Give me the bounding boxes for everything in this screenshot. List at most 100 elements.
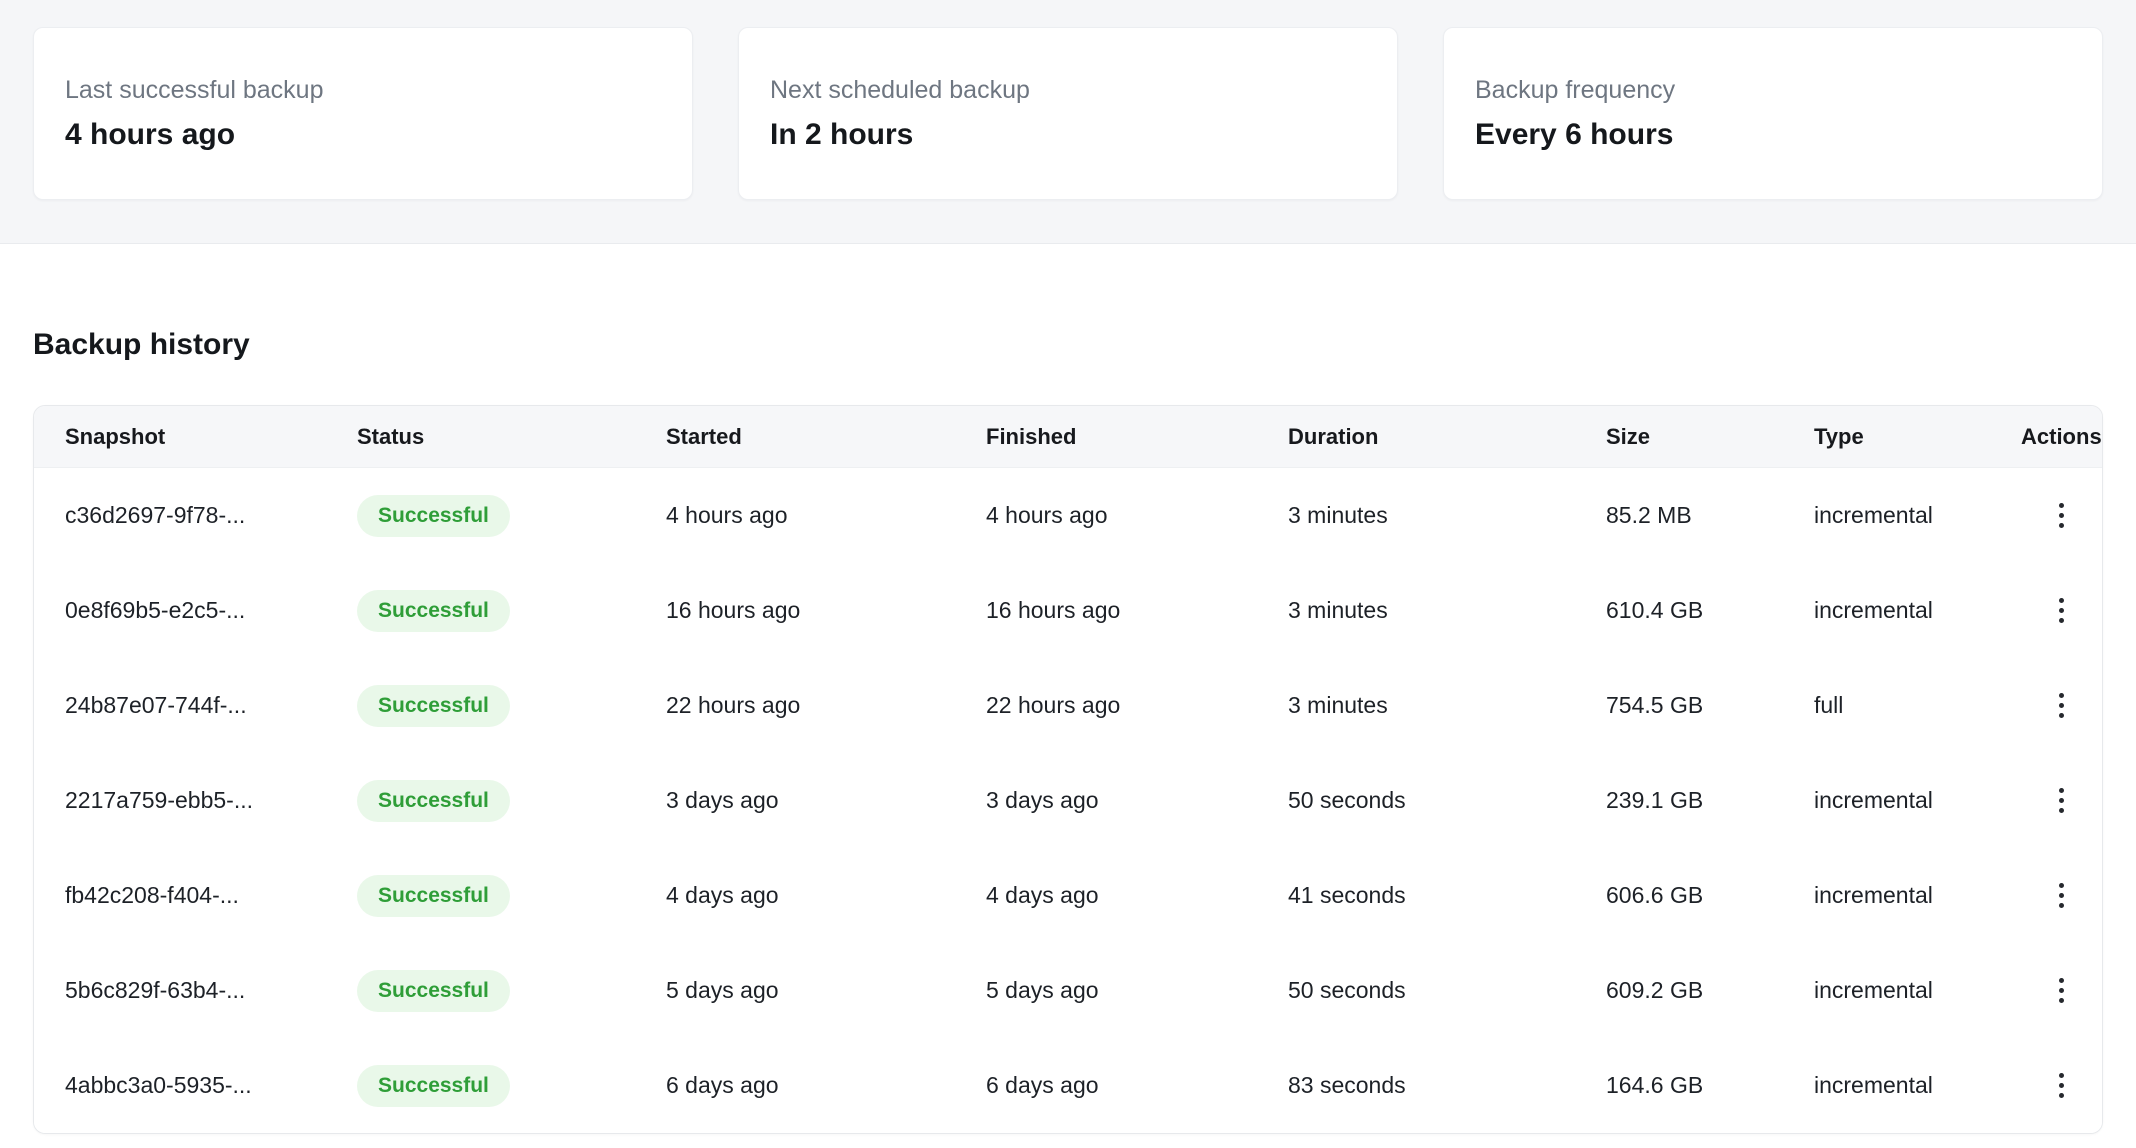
size-cell: 164.6 GB xyxy=(1606,1072,1814,1099)
card-value: Every 6 hours xyxy=(1475,117,2102,153)
status-badge: Successful xyxy=(357,780,510,822)
actions-cell xyxy=(2021,779,2102,823)
row-actions-kebab-icon[interactable] xyxy=(2040,969,2084,1013)
summary-card-next-backup: Next scheduled backup In 2 hours xyxy=(738,27,1398,200)
kebab-dot xyxy=(2059,1073,2064,1078)
table-row: 5b6c829f-63b4-... Successful 5 days ago … xyxy=(34,943,2102,1038)
kebab-dot xyxy=(2059,503,2064,508)
actions-cell xyxy=(2021,589,2102,633)
kebab-dot xyxy=(2059,988,2064,993)
status-badge: Successful xyxy=(357,970,510,1012)
snapshot-id: 24b87e07-744f-... xyxy=(65,692,357,719)
actions-cell xyxy=(2021,1064,2102,1108)
type-cell: incremental xyxy=(1814,1072,2021,1099)
duration-cell: 50 seconds xyxy=(1288,977,1606,1004)
type-cell: incremental xyxy=(1814,882,2021,909)
row-actions-kebab-icon[interactable] xyxy=(2040,1064,2084,1108)
kebab-dot xyxy=(2059,713,2064,718)
status-cell: Successful xyxy=(357,685,666,727)
kebab-dot xyxy=(2059,893,2064,898)
started-cell: 6 days ago xyxy=(666,1072,986,1099)
column-header-snapshot: Snapshot xyxy=(65,424,357,450)
type-cell: incremental xyxy=(1814,597,2021,624)
row-actions-kebab-icon[interactable] xyxy=(2040,589,2084,633)
status-badge: Successful xyxy=(357,1065,510,1107)
column-header-size: Size xyxy=(1606,424,1814,450)
table-header-row: Snapshot Status Started Finished Duratio… xyxy=(34,406,2102,468)
actions-cell xyxy=(2021,969,2102,1013)
table-row: 4abbc3a0-5935-... Successful 6 days ago … xyxy=(34,1038,2102,1133)
started-cell: 16 hours ago xyxy=(666,597,986,624)
row-actions-kebab-icon[interactable] xyxy=(2040,779,2084,823)
snapshot-id: c36d2697-9f78-... xyxy=(65,502,357,529)
started-cell: 4 hours ago xyxy=(666,502,986,529)
column-header-actions: Actions xyxy=(2021,424,2102,450)
size-cell: 239.1 GB xyxy=(1606,787,1814,814)
row-actions-kebab-icon[interactable] xyxy=(2040,494,2084,538)
summary-card-last-backup: Last successful backup 4 hours ago xyxy=(33,27,693,200)
status-cell: Successful xyxy=(357,495,666,537)
kebab-dot xyxy=(2059,1093,2064,1098)
row-actions-kebab-icon[interactable] xyxy=(2040,684,2084,728)
snapshot-id: 4abbc3a0-5935-... xyxy=(65,1072,357,1099)
actions-cell xyxy=(2021,494,2102,538)
kebab-dot xyxy=(2059,808,2064,813)
kebab-dot xyxy=(2059,998,2064,1003)
status-badge: Successful xyxy=(357,590,510,632)
backup-history-section: Backup history Snapshot Status Started F… xyxy=(0,328,2136,1134)
card-label: Next scheduled backup xyxy=(770,75,1397,105)
snapshot-id: 5b6c829f-63b4-... xyxy=(65,977,357,1004)
size-cell: 606.6 GB xyxy=(1606,882,1814,909)
card-value: 4 hours ago xyxy=(65,117,692,153)
size-cell: 754.5 GB xyxy=(1606,692,1814,719)
backup-history-table: Snapshot Status Started Finished Duratio… xyxy=(33,405,2103,1134)
finished-cell: 22 hours ago xyxy=(986,692,1288,719)
kebab-dot xyxy=(2059,608,2064,613)
size-cell: 610.4 GB xyxy=(1606,597,1814,624)
snapshot-id: 2217a759-ebb5-... xyxy=(65,787,357,814)
kebab-dot xyxy=(2059,523,2064,528)
kebab-dot xyxy=(2059,978,2064,983)
summary-band: Last successful backup 4 hours ago Next … xyxy=(0,0,2136,244)
started-cell: 3 days ago xyxy=(666,787,986,814)
summary-cards: Last successful backup 4 hours ago Next … xyxy=(33,27,2103,200)
started-cell: 5 days ago xyxy=(666,977,986,1004)
status-cell: Successful xyxy=(357,780,666,822)
column-header-status: Status xyxy=(357,424,666,450)
kebab-dot xyxy=(2059,1083,2064,1088)
card-label: Backup frequency xyxy=(1475,75,2102,105)
type-cell: full xyxy=(1814,692,2021,719)
finished-cell: 6 days ago xyxy=(986,1072,1288,1099)
kebab-dot xyxy=(2059,693,2064,698)
card-label: Last successful backup xyxy=(65,75,692,105)
status-badge: Successful xyxy=(357,685,510,727)
duration-cell: 3 minutes xyxy=(1288,692,1606,719)
finished-cell: 4 hours ago xyxy=(986,502,1288,529)
table-row: 2217a759-ebb5-... Successful 3 days ago … xyxy=(34,753,2102,848)
finished-cell: 3 days ago xyxy=(986,787,1288,814)
actions-cell xyxy=(2021,684,2102,728)
status-cell: Successful xyxy=(357,970,666,1012)
table-body: c36d2697-9f78-... Successful 4 hours ago… xyxy=(34,468,2102,1133)
card-value: In 2 hours xyxy=(770,117,1397,153)
status-badge: Successful xyxy=(357,875,510,917)
page-title: Backup history xyxy=(33,328,2103,362)
status-badge: Successful xyxy=(357,495,510,537)
size-cell: 85.2 MB xyxy=(1606,502,1814,529)
size-cell: 609.2 GB xyxy=(1606,977,1814,1004)
table-row: c36d2697-9f78-... Successful 4 hours ago… xyxy=(34,468,2102,563)
kebab-dot xyxy=(2059,703,2064,708)
table-row: 0e8f69b5-e2c5-... Successful 16 hours ag… xyxy=(34,563,2102,658)
kebab-dot xyxy=(2059,798,2064,803)
row-actions-kebab-icon[interactable] xyxy=(2040,874,2084,918)
table-row: 24b87e07-744f-... Successful 22 hours ag… xyxy=(34,658,2102,753)
started-cell: 22 hours ago xyxy=(666,692,986,719)
type-cell: incremental xyxy=(1814,502,2021,529)
duration-cell: 3 minutes xyxy=(1288,502,1606,529)
finished-cell: 5 days ago xyxy=(986,977,1288,1004)
type-cell: incremental xyxy=(1814,977,2021,1004)
summary-card-backup-frequency: Backup frequency Every 6 hours xyxy=(1443,27,2103,200)
column-header-started: Started xyxy=(666,424,986,450)
kebab-dot xyxy=(2059,903,2064,908)
snapshot-id: fb42c208-f404-... xyxy=(65,882,357,909)
